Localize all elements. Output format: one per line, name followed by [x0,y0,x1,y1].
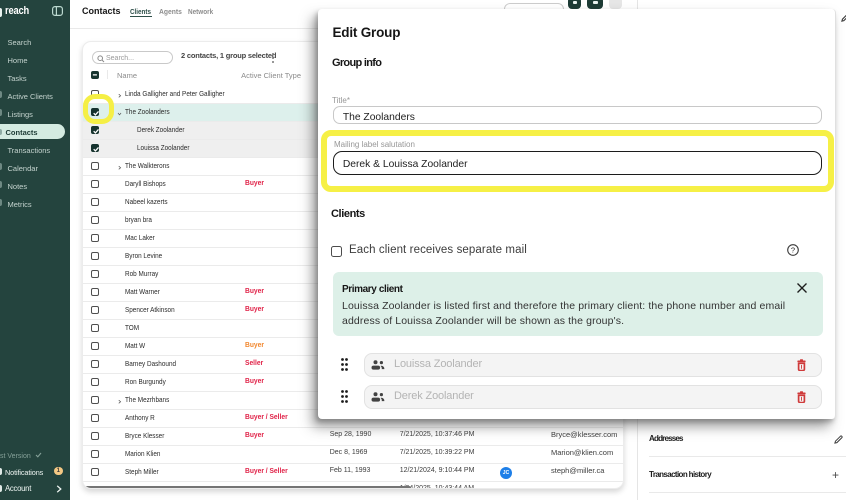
svg-text:?: ? [791,246,795,255]
